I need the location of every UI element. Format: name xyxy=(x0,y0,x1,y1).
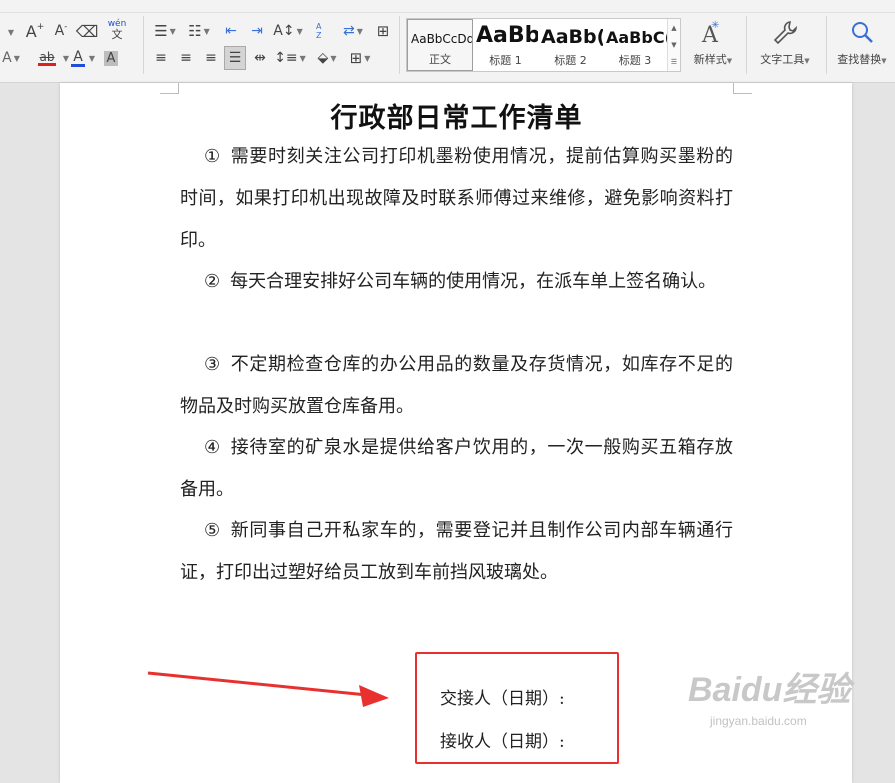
paint-bucket-icon: ⬙ xyxy=(317,50,329,66)
align-right-icon: ≡ xyxy=(205,50,217,66)
ribbon-top-edge xyxy=(0,0,895,13)
clear-format-button[interactable]: ⌫ xyxy=(75,20,99,42)
expand-icon: ☰ xyxy=(670,58,678,67)
increase-indent-icon: ⇥ xyxy=(251,23,263,39)
text-tools-button[interactable]: 文字工具▼ xyxy=(754,18,816,67)
decrease-indent-icon: ⇤ xyxy=(225,23,237,39)
handover-signature-line: 交接人（日期）: xyxy=(440,689,565,709)
phonetic-guide-button[interactable]: wén 文 xyxy=(102,18,132,42)
baidu-watermark: Baidu经验 jingyan.baidu.com xyxy=(688,662,851,728)
svg-text:✳: ✳ xyxy=(711,20,719,31)
chevron-down-icon: ▼ xyxy=(7,27,15,37)
line-spacing-button[interactable]: ↕≡ ▼ xyxy=(274,47,306,69)
chevron-down-icon: ▼ xyxy=(299,53,306,63)
paragraph-3: ③ 不定期检查仓库的办公用品的数量及存货情况，如库存不足的物品及时购买放置仓库备用… xyxy=(180,354,733,417)
chinese-layout-icon: ⇄ xyxy=(343,23,355,39)
style-gallery-scroll[interactable]: ▲ ▼ ☰ xyxy=(667,19,680,71)
font-color-dropdown[interactable]: ▼ xyxy=(86,48,96,68)
chevron-down-icon: ▼ xyxy=(330,53,337,63)
line-spacing-icon: ↕≡ xyxy=(274,50,298,66)
chevron-down-icon: ▼ xyxy=(169,26,176,36)
distribute-icon: ⇹ xyxy=(254,50,266,66)
chevron-down-icon: ▼ xyxy=(203,26,210,36)
sort-button[interactable]: AZ xyxy=(310,20,332,42)
ribbon: ▼ A + A- ⌫ wén 文 A ▼ ab ▼ A ▼ A ☰ ▼ ☷ ▼ ⇤ xyxy=(0,0,895,83)
margin-marker xyxy=(733,83,752,94)
annotation-arrow xyxy=(147,671,389,707)
chevron-down-icon: ▼ xyxy=(356,26,363,36)
watermark-url: jingyan.baidu.com xyxy=(710,714,807,728)
shrink-font-icon: - xyxy=(64,22,68,32)
style-heading-2[interactable]: AaBb( 标题 2 xyxy=(538,19,603,71)
ribbon-separator xyxy=(143,16,144,74)
style-normal[interactable]: AaBbCcDd 正文 xyxy=(407,19,473,71)
decrease-indent-button[interactable]: ⇤ xyxy=(220,20,242,42)
shrink-font-button[interactable]: A- xyxy=(50,20,72,42)
paragraph-2: ② 每天合理安排好公司车辆的使用情况，在派车单上签名确认。 xyxy=(204,271,717,292)
bullet-list-icon: ☰ xyxy=(154,22,168,40)
chevron-down-icon: ▼ xyxy=(671,40,677,49)
align-center-icon: ≡ xyxy=(180,50,192,66)
document-title: 行政部日常工作清单 xyxy=(330,103,583,134)
find-replace-button[interactable]: 查找替换▼ xyxy=(832,18,892,67)
new-style-button[interactable]: A ✳ 新样式▼ xyxy=(687,18,739,67)
search-icon xyxy=(832,18,892,48)
font-color-button[interactable]: A xyxy=(68,47,88,69)
paragraph-1: ① 需要时刻关注公司打印机墨粉使用情况，提前估算购买墨粉的时间，如果打印机出现故障… xyxy=(180,146,733,251)
align-center-button[interactable]: ≡ xyxy=(175,47,197,69)
grow-font-button[interactable]: A + xyxy=(24,20,46,42)
chevron-down-icon: ▼ xyxy=(364,53,371,63)
chevron-down-icon: ▼ xyxy=(13,53,20,63)
align-left-icon: ≡ xyxy=(155,50,167,66)
font-size-dropdown[interactable]: ▼ xyxy=(0,22,20,42)
paragraph-4: ④ 接待室的矿泉水是提供给客户饮用的，一次一般购买五箱存放备用。 xyxy=(180,437,733,500)
chinese-layout-button[interactable]: ⇄ ▼ xyxy=(338,20,368,42)
paragraph-5: ⑤ 新同事自己开私家车的，需要登记并且制作公司内部车辆通行证，打印出过塑好给员工放… xyxy=(180,520,733,583)
ribbon-separator xyxy=(399,16,400,74)
align-right-button[interactable]: ≡ xyxy=(200,47,222,69)
style-gallery: AaBbCcDd 正文 AaBb 标题 1 AaBb( 标题 2 AaBbC( … xyxy=(406,18,681,72)
text-direction-button[interactable]: A↕ ▼ xyxy=(273,20,303,42)
borders-button[interactable]: ⊞ ▼ xyxy=(345,47,375,69)
eraser-icon: ⌫ xyxy=(75,21,99,41)
font-color-bar xyxy=(71,63,85,67)
chevron-down-icon: ▼ xyxy=(804,57,810,65)
justify-button[interactable]: ☰ xyxy=(224,46,246,70)
increase-indent-button[interactable]: ⇥ xyxy=(246,20,268,42)
receiver-signature-line: 接收人（日期）: xyxy=(440,732,565,752)
style-heading-1[interactable]: AaBb 标题 1 xyxy=(473,19,538,71)
justify-icon: ☰ xyxy=(228,50,242,66)
chevron-down-icon: ▼ xyxy=(726,57,733,65)
chevron-down-icon: ▼ xyxy=(296,26,303,36)
text-direction-icon: A↕ xyxy=(273,23,295,39)
chevron-down-icon: ▼ xyxy=(88,53,96,63)
grow-font-icon: + xyxy=(36,22,45,32)
show-marks-button[interactable]: ⊞ xyxy=(372,20,394,42)
highlight-color-bar xyxy=(38,62,56,66)
bullets-button[interactable]: ☰ ▼ xyxy=(150,20,180,42)
new-style-icon: A ✳ xyxy=(687,18,739,48)
shading-button[interactable]: ⬙ ▼ xyxy=(312,47,342,69)
numbering-button[interactable]: ☷ ▼ xyxy=(184,20,214,42)
margin-marker xyxy=(160,83,179,94)
chevron-up-icon: ▲ xyxy=(671,23,677,32)
numbered-list-icon: ☷ xyxy=(188,22,202,40)
borders-icon: ⊞ xyxy=(349,49,363,67)
ribbon-separator xyxy=(746,16,747,74)
align-left-button[interactable]: ≡ xyxy=(150,47,172,69)
ribbon-separator xyxy=(826,16,827,74)
style-heading-3[interactable]: AaBbC( 标题 3 xyxy=(603,19,667,71)
phonetic-guide-icon: 文 xyxy=(111,27,123,41)
text-effects-button[interactable]: A ▼ xyxy=(0,48,22,68)
watermark-logo-text: Baidu经验 xyxy=(688,671,851,709)
highlight-color-button[interactable]: ab xyxy=(32,47,62,69)
chevron-down-icon: ▼ xyxy=(881,57,887,65)
wrench-icon xyxy=(754,18,816,48)
char-shading-button[interactable]: A xyxy=(100,47,122,69)
table-grid-icon: ⊞ xyxy=(376,22,390,40)
distribute-button[interactable]: ⇹ xyxy=(249,47,271,69)
